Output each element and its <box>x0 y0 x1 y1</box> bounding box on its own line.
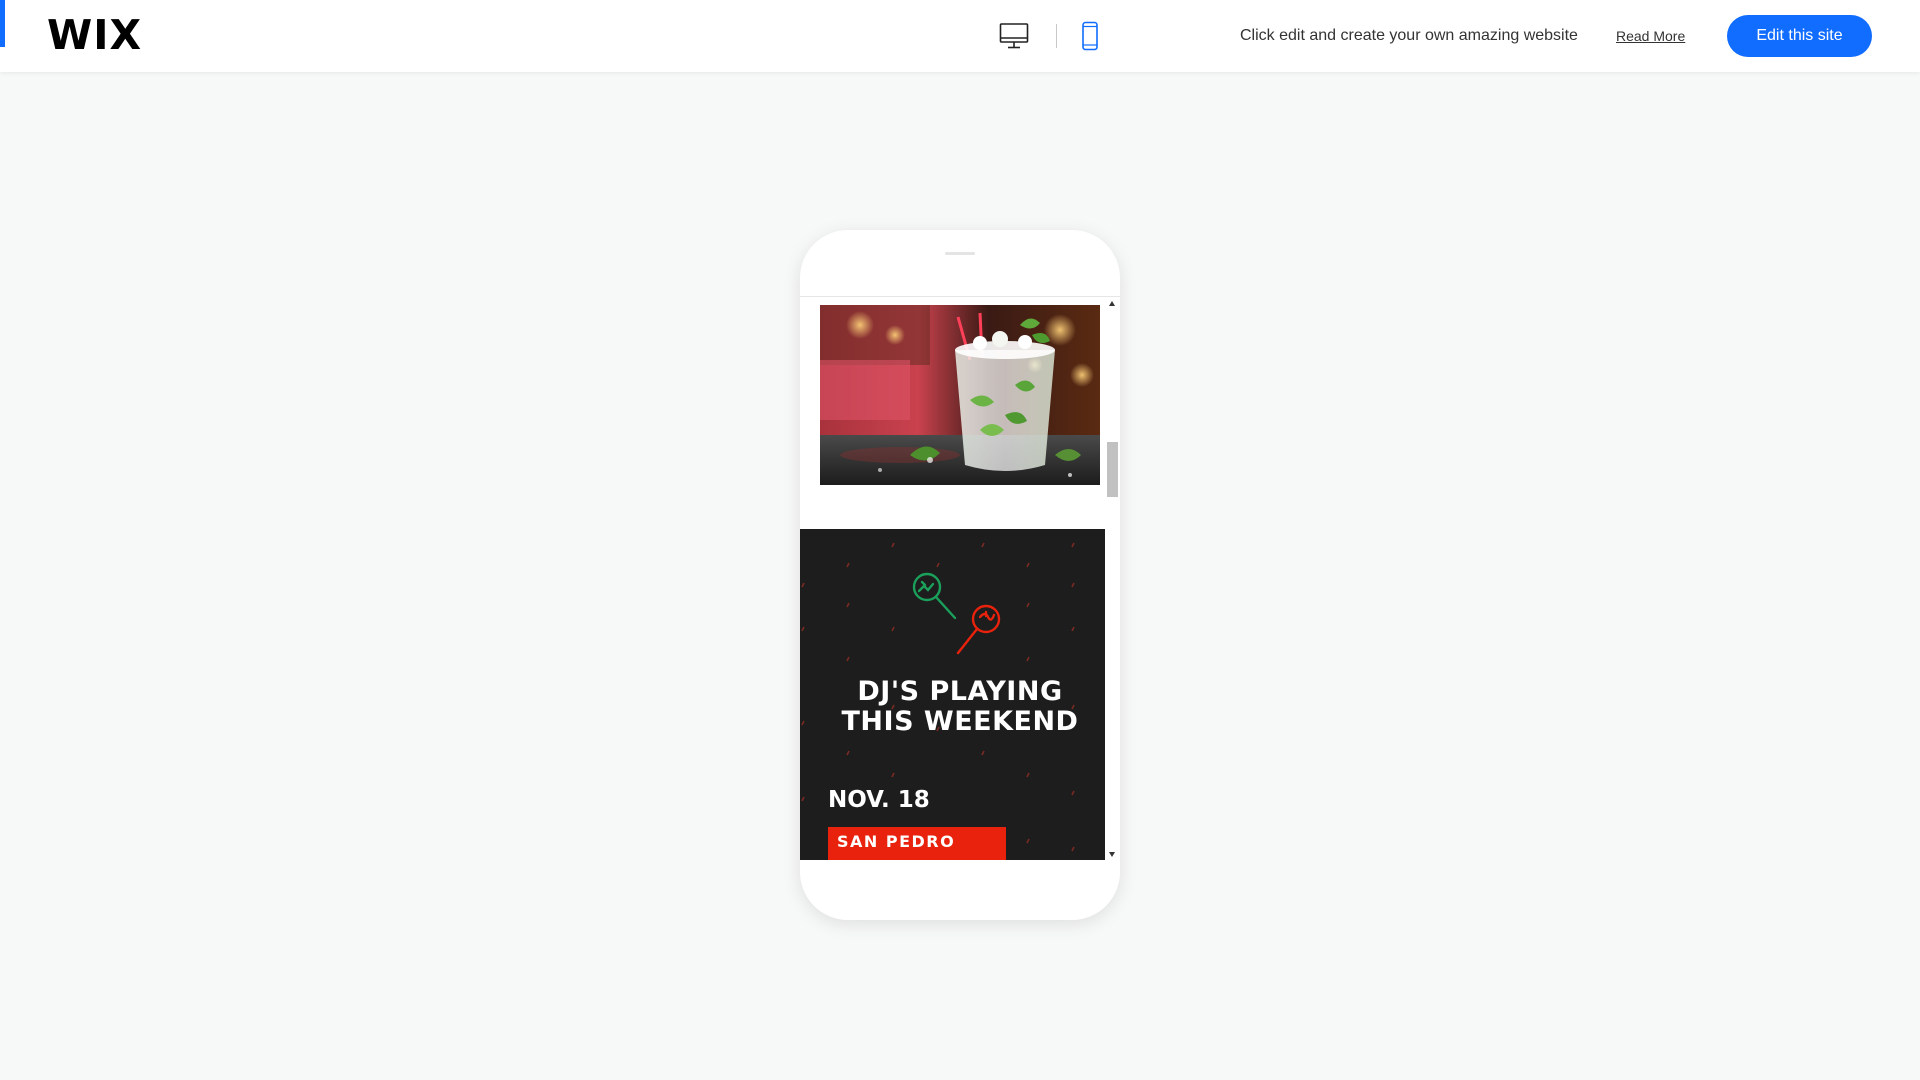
promo-text: Click edit and create your own amazing w… <box>1240 27 1578 44</box>
event-location-badge[interactable]: SAN PEDRO <box>828 827 1006 860</box>
scroll-down-arrow-icon[interactable] <box>1109 852 1115 857</box>
edit-this-site-button[interactable]: Edit this site <box>1727 15 1872 57</box>
scroll-thumb[interactable] <box>1107 442 1118 497</box>
desktop-view-button[interactable] <box>994 18 1034 54</box>
dj-section-title: DJ'S PLAYING THIS WEEKEND <box>800 677 1105 737</box>
mobile-view-button[interactable] <box>1070 18 1110 54</box>
preview-scrollbar[interactable] <box>1105 297 1120 860</box>
maracas-icon <box>912 572 1001 655</box>
scroll-up-arrow-icon[interactable] <box>1109 301 1115 306</box>
dj-title-line2: THIS WEEKEND <box>841 706 1079 737</box>
mobile-preview-screen[interactable]: DJ'S PLAYING THIS WEEKEND NOV. 18 SAN PE… <box>800 296 1120 860</box>
device-toggle-divider <box>1056 24 1057 48</box>
accent-strip <box>0 0 5 47</box>
dj-event-section: DJ'S PLAYING THIS WEEKEND NOV. 18 SAN PE… <box>800 529 1105 860</box>
mobile-phone-icon <box>1082 21 1098 51</box>
top-bar: WIX Click edit and create your own amazi… <box>0 0 1920 72</box>
event-date: NOV. 18 <box>828 787 930 813</box>
desktop-monitor-icon <box>999 23 1029 49</box>
cocktail-image <box>820 305 1100 485</box>
mobile-preview-frame: DJ'S PLAYING THIS WEEKEND NOV. 18 SAN PE… <box>800 230 1120 920</box>
read-more-link[interactable]: Read More <box>1616 28 1685 44</box>
dj-title-line1: DJ'S PLAYING <box>857 676 1063 707</box>
wix-logo[interactable]: WIX <box>47 13 142 57</box>
site-content: DJ'S PLAYING THIS WEEKEND NOV. 18 SAN PE… <box>800 297 1105 860</box>
phone-speaker <box>945 252 975 255</box>
